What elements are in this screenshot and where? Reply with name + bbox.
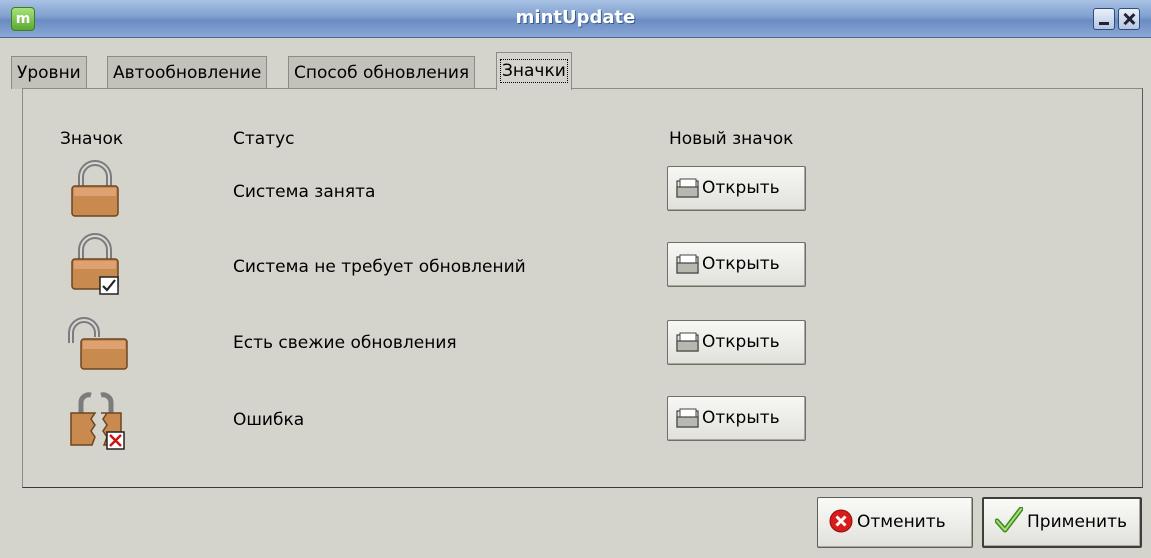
open-button-error[interactable]: Открыть xyxy=(667,396,806,441)
lock-closed-check-icon xyxy=(71,233,119,295)
tab-autoupdate[interactable]: Автообновление xyxy=(107,56,268,89)
tab-levels[interactable]: Уровни xyxy=(11,56,87,89)
checkmark-icon xyxy=(995,507,1023,533)
tab-icons[interactable]: Значки xyxy=(496,52,572,90)
apply-button[interactable]: Применить xyxy=(982,497,1142,548)
lock-broken-error-icon xyxy=(70,392,125,450)
folder-icon xyxy=(676,408,699,428)
icons-panel: Значок Статус Новый значок Система занят… xyxy=(22,88,1143,488)
lock-closed-icon xyxy=(71,160,119,217)
cancel-button[interactable]: Отменить xyxy=(817,497,973,548)
header-icon: Значок xyxy=(60,129,124,149)
tab-update-method[interactable]: Способ обновления xyxy=(288,56,476,89)
header-new-icon: Новый значок xyxy=(669,129,794,149)
status-label-up-to-date: Система не требует обновлений xyxy=(233,257,526,277)
folder-icon xyxy=(676,332,699,352)
status-label-busy: Система занята xyxy=(233,182,376,202)
open-button-up-to-date[interactable]: Открыть xyxy=(667,242,806,287)
lock-open-icon xyxy=(68,317,128,370)
open-button-busy[interactable]: Открыть xyxy=(667,166,806,211)
status-label-updates-available: Есть свежие обновления xyxy=(233,333,457,353)
close-button[interactable] xyxy=(1118,8,1140,30)
header-status: Статус xyxy=(233,129,295,149)
open-button-updates-available[interactable]: Открыть xyxy=(667,320,806,365)
status-label-error: Ошибка xyxy=(233,410,305,430)
cancel-icon xyxy=(829,509,853,533)
minimize-button[interactable] xyxy=(1093,8,1115,30)
folder-icon xyxy=(676,178,699,198)
window-titlebar[interactable]: m mintUpdate xyxy=(0,0,1151,38)
window-title: mintUpdate xyxy=(515,7,636,28)
folder-icon xyxy=(676,254,699,274)
